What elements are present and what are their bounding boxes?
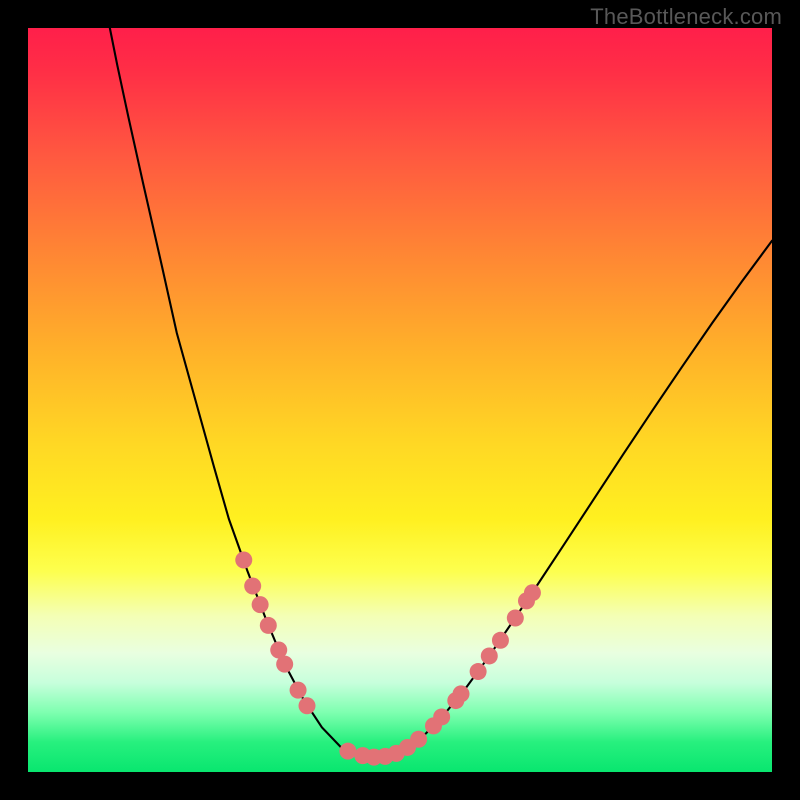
data-point (252, 596, 269, 613)
data-point (524, 584, 541, 601)
data-point (507, 609, 524, 626)
plot-area (28, 28, 772, 772)
chart-frame: TheBottleneck.com (0, 0, 800, 800)
data-point (244, 578, 261, 595)
data-point (470, 663, 487, 680)
watermark-text: TheBottleneck.com (590, 4, 782, 30)
data-point (290, 682, 307, 699)
data-point (453, 685, 470, 702)
data-point (492, 632, 509, 649)
data-point (433, 708, 450, 725)
data-point (235, 551, 252, 568)
data-point (260, 617, 277, 634)
data-point (339, 743, 356, 760)
data-point (481, 647, 498, 664)
data-point (410, 731, 427, 748)
chart-svg (28, 28, 772, 772)
data-point (276, 656, 293, 673)
data-points (235, 551, 541, 765)
bottleneck-curve (110, 28, 772, 757)
data-point (299, 697, 316, 714)
